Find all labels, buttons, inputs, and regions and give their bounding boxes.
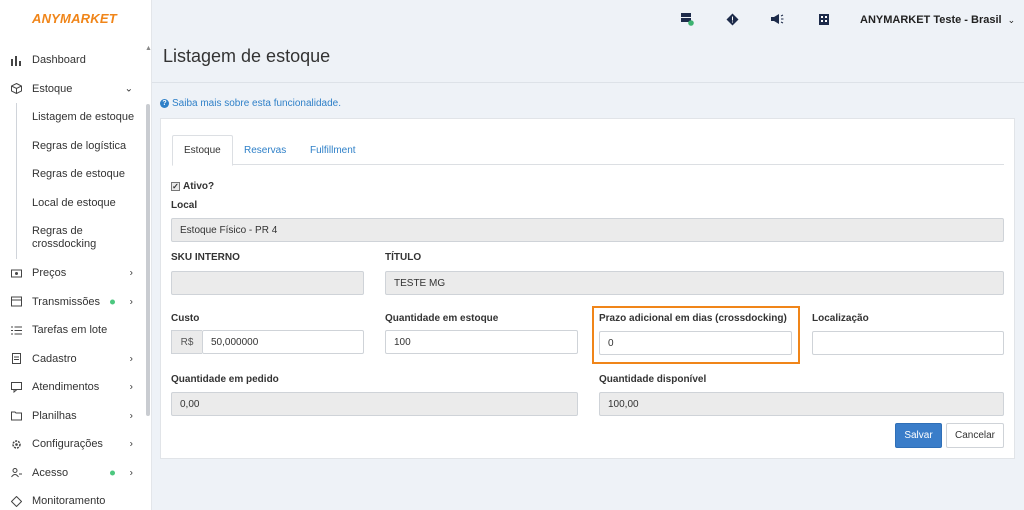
checkbox-checked-icon: ✓ [171,181,180,191]
currency-prefix: R$ [171,330,202,354]
status-badge [110,470,115,476]
divider [152,82,1024,83]
sku-label: SKU INTERNO [171,252,240,263]
titulo-field[interactable]: TESTE MG [385,271,1004,295]
sidebar-subitem-regras-logistica[interactable]: Regras de logística [17,132,145,161]
sidebar-item-estoque[interactable]: Estoque ⌄ [0,75,145,104]
chat-icon [10,381,22,393]
estoque-submenu: Listagem de estoque Regras de logística … [16,103,145,259]
box-icon [10,83,22,95]
sidebar-item-tarefas[interactable]: Tarefas em lote [0,316,145,345]
qtd-estoque-label: Quantidade em estoque [385,313,499,324]
users-icon [10,467,22,479]
building-icon[interactable] [817,12,831,26]
sidebar-item-label: Tarefas em lote [32,324,108,337]
sidebar-subitem-listagem[interactable]: Listagem de estoque [17,103,145,132]
spreadsheet-icon [10,410,22,422]
price-tag-icon [10,267,22,279]
qtd-pedido-field[interactable]: 0,00 [171,392,578,416]
sidebar-item-label: Preços [32,267,67,280]
localizacao-input[interactable] [812,331,1004,355]
sidebar-item-label: Planilhas [32,409,77,422]
qtd-pedido-label: Quantidade em pedido [171,374,279,385]
sidebar-item-transmissoes[interactable]: Transmissões › [0,288,145,317]
stock-form-card: Estoque Reservas Fulfillment ✓ Ativo? Lo… [160,118,1015,459]
titulo-label: TÍTULO [385,252,422,263]
local-field[interactable]: Estoque Físico - PR 4 [171,218,1004,242]
tab-fulfillment[interactable]: Fulfillment [299,135,367,165]
ativo-checkbox[interactable]: ✓ Ativo? [171,181,214,192]
sidebar-item-label: Atendimentos [32,381,100,394]
megaphone-icon[interactable] [770,12,784,26]
local-label: Local [171,200,198,211]
tab-bar: Estoque Reservas Fulfillment [172,135,1004,166]
help-link-text: Saiba mais sobre esta funcionalidade. [172,98,341,109]
account-name: ANYMARKET Teste - Brasil [860,14,1002,26]
ativo-label: Ativo? [183,181,215,192]
sidebar-subitem-crossdocking[interactable]: Regras de crossdocking [17,217,145,259]
chevron-down-icon: ⌄ [1007,15,1016,25]
sidebar-subitem-local-estoque[interactable]: Local de estoque [17,189,145,218]
scroll-up-icon[interactable]: ▲ [145,45,152,52]
prazo-label: Prazo adicional em dias (crossdocking) [599,313,787,324]
sidebar-item-configuracoes[interactable]: Configurações › [0,430,145,459]
bar-chart-icon [10,54,22,66]
sidebar-subitem-regras-estoque[interactable]: Regras de estoque [17,160,145,189]
sidebar-item-monitoramento[interactable]: Monitoramento [0,487,145,510]
prazo-input[interactable]: 0 [599,331,792,355]
qtd-disponivel-field[interactable]: 100,00 [599,392,1004,416]
tab-estoque[interactable]: Estoque [172,135,233,166]
chevron-right-icon: › [129,296,133,308]
help-link[interactable]: ? Saiba mais sobre esta funcionalidade. [160,98,341,109]
sidebar-item-label: Dashboard [32,54,86,67]
chevron-right-icon: › [129,467,133,479]
custo-label: Custo [171,313,200,324]
sidebar-item-atendimentos[interactable]: Atendimentos › [0,373,145,402]
save-button[interactable]: Salvar [895,423,942,448]
sidebar-item-label: Estoque [32,82,73,95]
gear-icon [10,438,22,450]
sidebar-item-dashboard[interactable]: Dashboard [0,46,145,75]
cancel-button[interactable]: Cancelar [946,423,1004,448]
sidebar-item-precos[interactable]: Preços › [0,259,145,288]
chevron-right-icon: › [129,353,133,365]
sidebar-item-planilhas[interactable]: Planilhas › [0,402,145,431]
sidebar-scrollbar[interactable] [146,104,150,416]
diamond-icon [10,495,22,507]
custo-input[interactable]: 50,000000 [202,330,364,354]
sku-field[interactable] [171,271,364,295]
sidebar-item-cadastro[interactable]: Cadastro › [0,345,145,374]
page-title: Listagem de estoque [163,46,331,66]
chevron-right-icon: › [129,410,133,422]
sidebar-item-label: Cadastro [32,352,77,365]
chevron-right-icon: › [129,267,133,279]
status-badge [110,299,115,305]
transmission-icon [10,296,22,308]
sidebar-item-acesso[interactable]: Acesso › [0,459,145,488]
question-icon: ? [160,99,169,108]
sidebar-item-label: Transmissões [32,295,101,308]
chevron-right-icon: › [129,438,133,450]
list-icon [10,324,22,336]
sidebar: ANYMARKET ▲ Dashboard Estoque ⌄ Listagem… [0,0,152,510]
sidebar-item-label: Configurações [32,438,103,451]
alert-icon[interactable] [725,12,739,26]
server-status-icon[interactable] [680,12,694,26]
sidebar-item-label: Acesso [32,466,69,479]
sidebar-item-label: Monitoramento [32,495,106,508]
document-icon [10,353,22,365]
anymarket-logo: ANYMARKET [32,11,117,26]
qtd-disponivel-label: Quantidade disponível [599,374,707,385]
topbar: ANYMARKET Teste - Brasil ⌄ [152,0,1024,40]
sidebar-nav: Dashboard Estoque ⌄ Listagem de estoque … [0,46,145,510]
account-menu[interactable]: ANYMARKET Teste - Brasil ⌄ [860,14,1015,26]
chevron-down-icon: ⌄ [124,83,133,95]
qtd-estoque-input[interactable]: 100 [385,330,578,354]
chevron-right-icon: › [129,381,133,393]
tab-reservas[interactable]: Reservas [233,135,297,165]
localizacao-label: Localização [812,313,869,324]
